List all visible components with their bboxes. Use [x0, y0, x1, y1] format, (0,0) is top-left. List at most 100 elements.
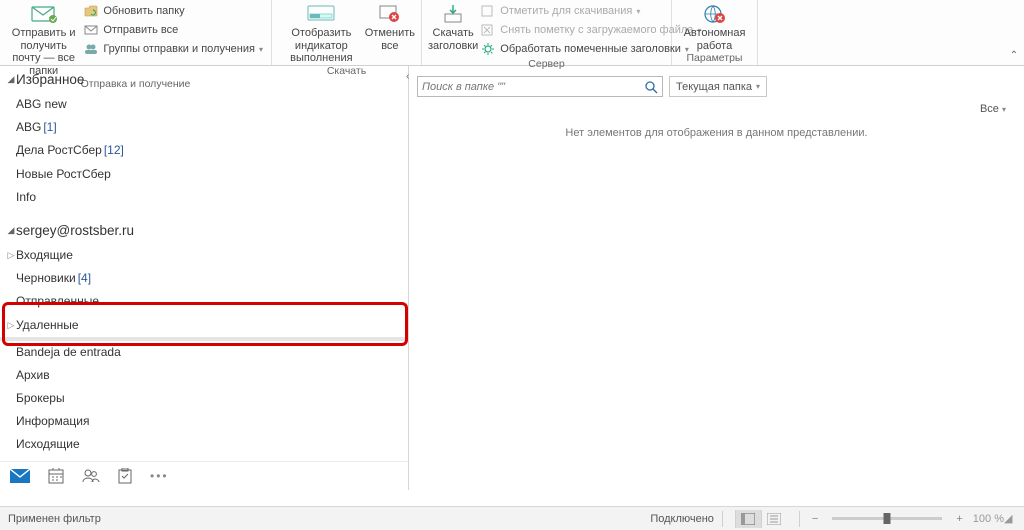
filter-dropdown[interactable]: Все ▾: [409, 101, 1024, 119]
nav-calendar-button[interactable]: [48, 468, 64, 484]
ribbon-collapse-button[interactable]: ⌃: [1004, 0, 1024, 65]
update-folder-button[interactable]: Обновить папку: [81, 2, 265, 20]
folder-item[interactable]: Info: [0, 186, 408, 209]
folder-item[interactable]: Брокеры: [0, 387, 408, 410]
expand-icon: ◢: [6, 74, 16, 85]
status-bar: Применен фильтр Подключено − + 100 % ◢: [0, 506, 1024, 530]
separator: [722, 511, 723, 527]
mark-download-button: Отметить для скачивания ▾: [478, 2, 703, 20]
show-progress-button[interactable]: Отобразить индикатор выполнения: [278, 0, 365, 65]
ribbon-group-send-receive: Отправить и получить почту — все папки О…: [0, 0, 272, 65]
search-input[interactable]: [422, 81, 644, 93]
folder-name: Info: [16, 188, 36, 207]
folder-item[interactable]: ▷Удаленные: [0, 314, 408, 337]
zoom-slider[interactable]: [832, 517, 942, 520]
nav-mail-button[interactable]: [10, 469, 30, 483]
show-progress-label: Отобразить индикатор выполнения: [278, 27, 365, 65]
zoom-out-button[interactable]: −: [808, 513, 822, 525]
separator: [799, 511, 800, 527]
collapse-pane-button[interactable]: ‹: [406, 71, 409, 82]
send-all-button[interactable]: Отправить все: [81, 21, 265, 39]
folder-item[interactable]: ABG [1]: [0, 116, 408, 139]
chevron-down-icon: ▾: [259, 45, 263, 54]
ribbon-group-download: Отобразить индикатор выполнения Отменить…: [272, 0, 422, 65]
favorites-header[interactable]: ◢ Избранное: [0, 66, 408, 93]
download-headers-button[interactable]: Скачать заголовки: [428, 0, 478, 52]
folder-name: ABG new: [16, 95, 67, 114]
main-body: ◢ Избранное ABG newABG [1]Дела РостСбер …: [0, 66, 1024, 490]
message-list-pane: ‹ Текущая папка ▾ Все ▾ Нет элементов дл…: [409, 66, 1024, 490]
unread-count: [4]: [78, 269, 91, 288]
zoom-level: 100 %: [973, 513, 1004, 525]
folder-name: Дела РостСбер: [16, 141, 102, 160]
folder-name: Информация: [16, 412, 89, 431]
folder-name: Отправленные: [16, 292, 99, 311]
download-headers-label: Скачать заголовки: [428, 27, 478, 52]
zoom-in-button[interactable]: +: [952, 513, 966, 525]
send-receive-groups-button[interactable]: Группы отправки и получения ▾: [81, 40, 265, 58]
gear-icon: [480, 41, 496, 57]
expand-icon: ▷: [6, 318, 16, 332]
unread-count: [12]: [104, 141, 124, 160]
process-marked-button[interactable]: Обработать помеченные заголовки ▾: [478, 40, 703, 58]
folder-item[interactable]: Черновики [4]: [0, 267, 408, 290]
folder-item[interactable]: Новые РостСбер: [0, 163, 408, 186]
search-box[interactable]: [417, 76, 663, 97]
resize-grip[interactable]: ◢: [1004, 512, 1016, 525]
nav-tasks-button[interactable]: [118, 468, 132, 484]
status-connection: Подключено: [650, 513, 714, 525]
folder-pane[interactable]: ◢ Избранное ABG newABG [1]Дела РостСбер …: [0, 66, 408, 461]
ribbon-group-prefs: Автономная работа Параметры: [672, 0, 758, 65]
chevron-down-icon: ▾: [756, 82, 760, 91]
folder-item[interactable]: Bandeja de entrada: [0, 341, 408, 364]
folder-name: ABG: [16, 118, 41, 137]
nav-people-button[interactable]: [82, 469, 100, 483]
zoom-thumb[interactable]: [884, 513, 891, 524]
ribbon-group-server: Скачать заголовки Отметить для скачивани…: [422, 0, 672, 65]
cancel-icon: [375, 2, 405, 26]
view-switcher: [735, 510, 787, 528]
folder-item[interactable]: Исходящие: [0, 433, 408, 456]
folder-name: Черновики: [16, 269, 76, 288]
folder-name: Удаленные: [16, 316, 79, 335]
folder-item[interactable]: Информация: [0, 410, 408, 433]
nav-bar: •••: [0, 461, 408, 490]
nav-more-button[interactable]: •••: [150, 469, 169, 483]
folder-sidebar: ◢ Избранное ABG newABG [1]Дела РостСбер …: [0, 66, 409, 490]
unread-count: [1]: [43, 118, 56, 137]
folder-name: Брокеры: [16, 389, 65, 408]
view-normal-button[interactable]: [735, 510, 761, 528]
work-offline-label: Автономная работа: [678, 27, 751, 52]
folder-name: Входящие: [16, 246, 73, 265]
globe-offline-icon: [700, 2, 730, 26]
ribbon-group-label: Параметры: [678, 52, 751, 66]
search-icon[interactable]: [644, 80, 658, 94]
folder-item[interactable]: Отправленные: [0, 290, 408, 313]
work-offline-button[interactable]: Автономная работа: [678, 0, 751, 52]
view-reading-button[interactable]: [761, 510, 787, 528]
folder-item[interactable]: Архив: [0, 364, 408, 387]
send-all-icon: [83, 22, 99, 38]
expand-icon: ◢: [6, 225, 16, 236]
empty-message: Нет элементов для отображения в данном п…: [409, 127, 1024, 139]
unmark-icon: [480, 22, 496, 38]
folder-name: Исходящие: [16, 435, 80, 454]
chevron-down-icon: ▾: [1002, 105, 1006, 114]
download-headers-icon: [438, 2, 468, 26]
account-header[interactable]: ◢ sergey@rostsber.ru: [0, 217, 408, 244]
folder-name: Bandeja de entrada: [16, 343, 121, 362]
folder-item[interactable]: ABG new: [0, 93, 408, 116]
expand-icon: ▷: [6, 248, 16, 262]
ribbon: Отправить и получить почту — все папки О…: [0, 0, 1024, 66]
groups-icon: [83, 41, 99, 57]
folder-item[interactable]: ▷Входящие: [0, 244, 408, 267]
search-scope-dropdown[interactable]: Текущая папка ▾: [669, 76, 767, 97]
folder-name: Архив: [16, 366, 50, 385]
folder-item[interactable]: Дела РостСбер [12]: [0, 139, 408, 162]
mark-icon: [480, 3, 496, 19]
cancel-all-label: Отменить все: [365, 27, 415, 52]
unmark-button: Снять пометку с загружаемого файла ▾: [478, 21, 703, 39]
progress-icon: [306, 2, 336, 26]
folder-name: Новые РостСбер: [16, 165, 111, 184]
cancel-all-button[interactable]: Отменить все: [365, 0, 415, 52]
